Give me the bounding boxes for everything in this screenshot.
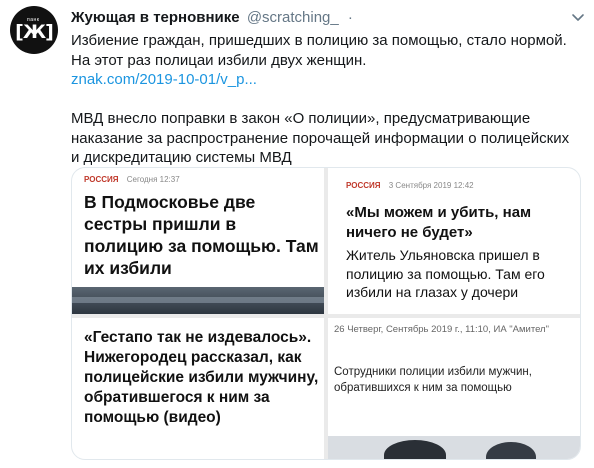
media-image-3[interactable]: «Гестапо так не издевалось». Нижегородец… <box>72 318 324 459</box>
chevron-down-icon[interactable] <box>570 9 586 25</box>
card1-section: РОССИЯ <box>84 175 119 184</box>
media-image-1[interactable]: РОССИЯ Сегодня 12:37 В Подмосковье две с… <box>72 168 324 314</box>
tweet-text-line: Избиение граждан, пришедших в полицию за… <box>71 32 567 49</box>
author-name[interactable]: Жующая в терновнике <box>71 9 240 26</box>
card4-text: Сотрудники полиции избили мужчин, обрати… <box>334 366 532 394</box>
card3-headline: «Гестапо так не издевалось». Нижегородец… <box>84 329 319 426</box>
tweet-text-line: МВД внесло поправки в закон «О полиции»,… <box>71 110 531 127</box>
card4-meta: 26 Четверг, Сентябрь 2019 г., 11:10, ИА … <box>334 324 549 335</box>
separator-dot: · <box>347 9 353 26</box>
tweet-text: Избиение граждан, пришедших в полицию за… <box>71 31 586 168</box>
media-image-2[interactable]: РОССИЯ 3 Сентября 2019 12:42 «Мы можем и… <box>328 168 580 314</box>
author-handle[interactable]: @scratching_ <box>247 9 339 26</box>
avatar-top-text: панк <box>27 17 40 23</box>
card2-quote: «Мы можем и убить, нам ничего не будет» <box>346 204 532 241</box>
card1-meta: РОССИЯ Сегодня 12:37 <box>84 175 180 184</box>
tweet[interactable]: панк [Ж] Жующая в терновнике @scratching… <box>0 0 594 468</box>
avatar[interactable]: панк [Ж] <box>10 6 58 54</box>
card2-subtitle: Житель Ульяновска пришел в полицию за по… <box>346 247 545 300</box>
media-grid[interactable]: РОССИЯ Сегодня 12:37 В Подмосковье две с… <box>71 167 581 460</box>
photo-figure <box>384 440 446 459</box>
media-image-4[interactable]: 26 Четверг, Сентябрь 2019 г., 11:10, ИА … <box>328 318 580 459</box>
card4-photo <box>328 436 580 459</box>
tweet-header: Жующая в терновнике @scratching_ · <box>71 9 586 29</box>
card1-time: Сегодня 12:37 <box>126 175 180 184</box>
card1-photo <box>72 287 324 314</box>
avatar-logo: [Ж] <box>15 20 54 43</box>
card2-time: 3 Сентября 2019 12:42 <box>388 181 474 190</box>
tweet-text-line: и дискредитацию системы МВД <box>71 149 292 166</box>
photo-figure <box>486 442 536 459</box>
article-link[interactable]: znak.com/2019-10-01/v_p... <box>71 71 257 88</box>
card2-meta: РОССИЯ 3 Сентября 2019 12:42 <box>346 181 474 190</box>
tweet-text-line: наказание за распространение порочащей и… <box>71 129 570 147</box>
card1-headline: В Подмосковье две сестры пришли в полици… <box>84 192 319 278</box>
card2-section: РОССИЯ <box>346 181 381 190</box>
tweet-text-line: На этот раз полицаи избили двух женщин. <box>71 51 367 69</box>
